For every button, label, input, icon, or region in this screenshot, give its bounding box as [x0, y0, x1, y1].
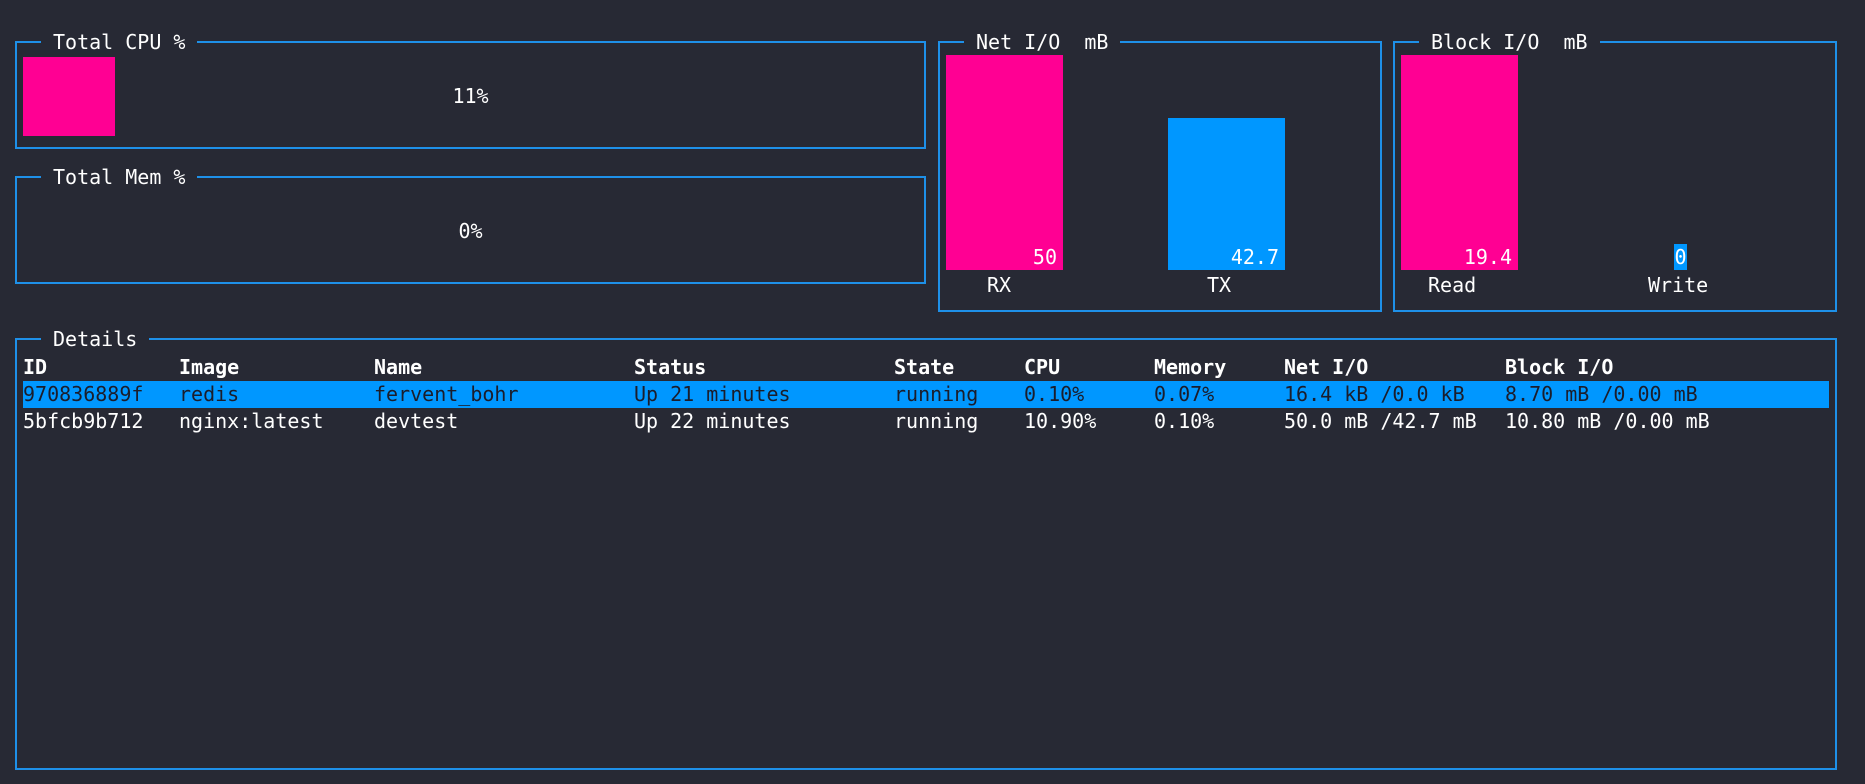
block-io-panel-title: Block I/O mB	[1419, 29, 1600, 55]
column-header-block-io: Block I/O	[1505, 355, 1614, 379]
write-label: Write	[1648, 273, 1709, 297]
read-bar: 19.4	[1401, 55, 1518, 270]
table-row[interactable]: 970836889f redis fervent_bohr Up 21 minutes…	[23, 381, 1829, 408]
table-header-row: ID Image Name Status State CPU Memory Net I/O Bl…	[23, 354, 1829, 381]
rx-label: RX	[987, 273, 1012, 297]
cell-block-io: 8.70 mB /0.00 mB	[1505, 382, 1698, 406]
column-header-net-io: Net I/O	[1284, 355, 1369, 379]
mem-panel: Total Mem % 0%	[15, 164, 926, 284]
read-label: Read	[1428, 273, 1477, 297]
column-header-id: ID	[23, 355, 48, 379]
mem-panel-title: Total Mem %	[41, 164, 198, 190]
column-header-memory: Memory	[1154, 355, 1227, 379]
cell-state: running	[894, 409, 979, 433]
column-header-image: Image	[179, 355, 240, 379]
cell-memory: 0.10%	[1154, 409, 1215, 433]
column-header-status: Status	[634, 355, 707, 379]
cell-id: 5bfcb9b712	[23, 409, 144, 433]
mem-gauge-value: 0%	[458, 219, 483, 243]
cell-cpu: 0.10%	[1024, 382, 1085, 406]
cell-name: devtest	[374, 409, 459, 433]
tx-label: TX	[1207, 273, 1232, 297]
details-panel-title: Details	[41, 326, 150, 352]
rx-bar-value: 50	[1032, 245, 1057, 269]
cell-state: running	[894, 382, 979, 406]
cpu-gauge-value: 11%	[452, 84, 489, 108]
details-table: ID Image Name Status State CPU Memory Net I/O Bl…	[23, 354, 1829, 435]
net-io-panel: Net I/O mB 50 42.7 RX TX	[938, 29, 1382, 312]
tx-bar: 42.7	[1168, 118, 1285, 270]
write-bar-value: 0	[1674, 245, 1687, 269]
cell-name: fervent_bohr	[374, 382, 519, 406]
write-bar: 0	[1674, 244, 1687, 270]
cpu-panel-title: Total CPU %	[41, 29, 198, 55]
cell-block-io: 10.80 mB /0.00 mB	[1505, 409, 1710, 433]
read-bar-value: 19.4	[1463, 245, 1512, 269]
details-panel: Details ID Image Name Status State CPU Memory N…	[15, 326, 1837, 770]
cell-image: nginx:latest	[179, 409, 324, 433]
column-header-state: State	[894, 355, 955, 379]
cell-image: redis	[179, 382, 240, 406]
table-row[interactable]: 5bfcb9b712 nginx:latest devtest Up 22 minut…	[23, 408, 1829, 435]
cell-memory: 0.07%	[1154, 382, 1215, 406]
cell-net-io: 16.4 kB /0.0 kB	[1284, 382, 1465, 406]
rx-bar: 50	[946, 55, 1063, 270]
net-io-panel-title: Net I/O mB	[964, 29, 1121, 55]
cell-net-io: 50.0 mB /42.7 mB	[1284, 409, 1477, 433]
cell-cpu: 10.90%	[1024, 409, 1097, 433]
cell-id: 970836889f	[23, 382, 144, 406]
cell-status: Up 21 minutes	[634, 382, 791, 406]
cpu-panel: Total CPU % 11%	[15, 29, 926, 149]
column-header-name: Name	[374, 355, 423, 379]
cell-status: Up 22 minutes	[634, 409, 791, 433]
tx-bar-value: 42.7	[1230, 245, 1279, 269]
column-header-cpu: CPU	[1024, 355, 1061, 379]
block-io-panel: Block I/O mB 19.4 0 Read Write	[1393, 29, 1837, 312]
